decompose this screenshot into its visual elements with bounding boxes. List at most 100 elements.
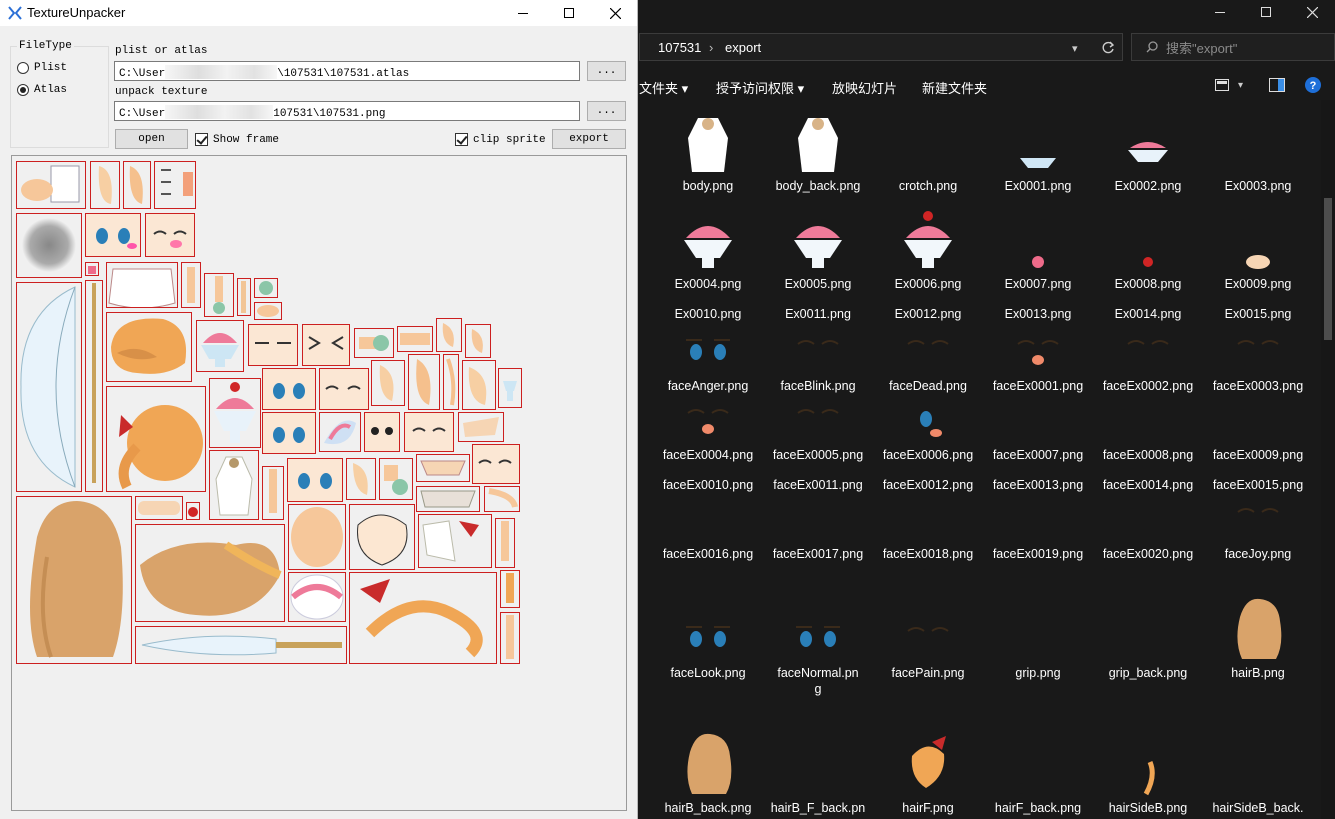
sprite-frame bbox=[408, 354, 440, 410]
vertical-scrollbar[interactable] bbox=[1321, 100, 1335, 819]
sprite-frame bbox=[106, 312, 192, 382]
file-thumbnail bbox=[684, 226, 732, 268]
clip-sprite-checkbox[interactable]: clip sprite bbox=[455, 133, 546, 146]
sprite-frame bbox=[379, 458, 413, 500]
texture-path-input[interactable]: C:\User 107531\107531.png bbox=[114, 101, 580, 121]
file-name: faceEx0003.png bbox=[1212, 379, 1304, 393]
command-bar: 文件夹 ▾ 授予访问权限 ▾ 放映幻灯片 新建文件夹 ▾ ? bbox=[639, 70, 1335, 100]
file-name: faceEx0002.png bbox=[1102, 379, 1194, 393]
view-options-icon[interactable] bbox=[1215, 79, 1229, 91]
sprite-frame bbox=[288, 504, 346, 570]
file-thumbnail bbox=[688, 118, 728, 172]
file-thumbnail bbox=[1237, 340, 1279, 345]
file-name: crotch.png bbox=[898, 179, 958, 193]
plist-browse-button[interactable]: ... bbox=[587, 61, 626, 81]
file-name: Ex0004.png bbox=[674, 277, 742, 291]
title-bar: TextureUnpacker bbox=[0, 0, 637, 26]
show-frame-checkbox[interactable]: Show frame bbox=[195, 133, 279, 146]
maximize-icon bbox=[1261, 7, 1271, 17]
chevron-down-icon[interactable]: ▾ bbox=[1072, 42, 1078, 55]
ribbon-share-button[interactable]: 授予访问权限 ▾ bbox=[716, 78, 804, 97]
explorer-maximize-button[interactable] bbox=[1243, 0, 1289, 24]
close-button[interactable] bbox=[592, 0, 638, 26]
address-bar[interactable]: 107531 › export ▾ bbox=[639, 33, 1123, 61]
texture-browse-button[interactable]: ... bbox=[587, 101, 626, 121]
sprite-frame bbox=[302, 324, 350, 366]
sprite-frame bbox=[288, 572, 346, 622]
file-name: Ex0006.png bbox=[894, 277, 962, 291]
refresh-icon[interactable] bbox=[1102, 41, 1115, 54]
ribbon-slideshow-button[interactable]: 放映幻灯片 bbox=[832, 78, 897, 97]
file-name: faceEx0007.png bbox=[992, 448, 1084, 462]
file-name: Ex0007.png bbox=[1004, 277, 1072, 291]
chevron-down-icon[interactable]: ▾ bbox=[1238, 80, 1243, 91]
sprite-frame bbox=[248, 324, 298, 366]
sprite-frame bbox=[85, 280, 103, 492]
file-name: grip_back.png bbox=[1108, 666, 1188, 680]
breadcrumb-current[interactable]: export bbox=[725, 40, 761, 55]
filetype-group: FileType Plist Atlas bbox=[10, 40, 109, 148]
scrollbar-thumb[interactable] bbox=[1324, 198, 1332, 340]
sprite-frame bbox=[254, 302, 282, 320]
sprite-frame bbox=[106, 262, 178, 309]
export-button[interactable]: export bbox=[552, 129, 626, 149]
file-name: faceEx0012.png bbox=[882, 478, 974, 492]
redacted-block bbox=[165, 65, 278, 79]
file-name: faceEx0008.png bbox=[1102, 448, 1194, 462]
sprite-frame bbox=[472, 444, 520, 484]
radio-plist[interactable]: Plist bbox=[17, 62, 67, 74]
sprite-frame bbox=[404, 412, 454, 452]
sprite-frame bbox=[319, 368, 369, 410]
file-thumbnail bbox=[920, 411, 942, 437]
sprite-frame bbox=[349, 572, 497, 664]
file-name: Ex0001.png bbox=[1004, 179, 1072, 193]
ribbon-new-folder-button[interactable]: 新建文件夹 bbox=[922, 78, 987, 97]
close-icon bbox=[609, 7, 621, 19]
sprite-frame bbox=[135, 626, 347, 664]
file-thumbnail bbox=[1017, 340, 1059, 365]
radio-atlas[interactable]: Atlas bbox=[17, 84, 67, 96]
file-name: body_back.png bbox=[775, 179, 861, 193]
texture-path-suffix: 107531\107531.png bbox=[273, 108, 386, 120]
sprite-frame bbox=[287, 458, 343, 502]
search-box[interactable]: 搜索"export" bbox=[1131, 33, 1335, 61]
details-pane-icon[interactable] bbox=[1269, 78, 1285, 92]
plist-path-input[interactable]: C:\User \107531\107531.atlas bbox=[114, 61, 580, 81]
explorer-minimize-button[interactable] bbox=[1197, 0, 1243, 24]
minimize-icon bbox=[1215, 11, 1225, 13]
sprite-frame bbox=[186, 502, 200, 520]
file-list: body.png body_back.png crotch.png Ex0001.pn… bbox=[639, 100, 1321, 819]
sprite-frame bbox=[135, 496, 183, 520]
sprite-frame bbox=[123, 161, 151, 209]
sprite-frame bbox=[495, 518, 515, 568]
file-thumbnail bbox=[1127, 340, 1169, 345]
sprite-frame bbox=[85, 213, 141, 257]
sprite-frame bbox=[465, 324, 491, 358]
file-name: faceEx0019.png bbox=[992, 547, 1084, 561]
sprite-frame bbox=[262, 466, 284, 520]
search-placeholder: 搜索"export" bbox=[1166, 40, 1238, 56]
file-thumbnail bbox=[1246, 255, 1270, 269]
maximize-button[interactable] bbox=[546, 0, 592, 26]
minimize-button[interactable] bbox=[500, 0, 546, 26]
file-name: faceEx0006.png bbox=[882, 448, 974, 462]
help-icon[interactable]: ? bbox=[1305, 77, 1321, 93]
file-name: facePain.png bbox=[891, 666, 965, 680]
breadcrumb-folder[interactable]: 107531 bbox=[658, 40, 701, 55]
sprite-frame bbox=[145, 213, 195, 257]
sprite-frame bbox=[85, 262, 99, 276]
file-name: faceEx0005.png bbox=[772, 448, 864, 462]
breadcrumb-separator-icon: › bbox=[709, 40, 714, 55]
file-name: Ex0009.png bbox=[1224, 277, 1292, 291]
file-thumbnail bbox=[1020, 158, 1056, 168]
ribbon-folder-button[interactable]: 文件夹 ▾ bbox=[639, 78, 688, 97]
sprite-frame bbox=[364, 412, 400, 452]
file-name: grip.png bbox=[1015, 666, 1061, 680]
sprite-frame bbox=[209, 378, 261, 448]
sprite-frame bbox=[418, 514, 492, 568]
file-name: faceEx0020.png bbox=[1102, 547, 1194, 561]
open-button[interactable]: open bbox=[115, 129, 188, 149]
texture-preview-canvas[interactable] bbox=[11, 155, 627, 811]
file-name: Ex0005.png bbox=[784, 277, 852, 291]
explorer-close-button[interactable] bbox=[1289, 0, 1335, 24]
